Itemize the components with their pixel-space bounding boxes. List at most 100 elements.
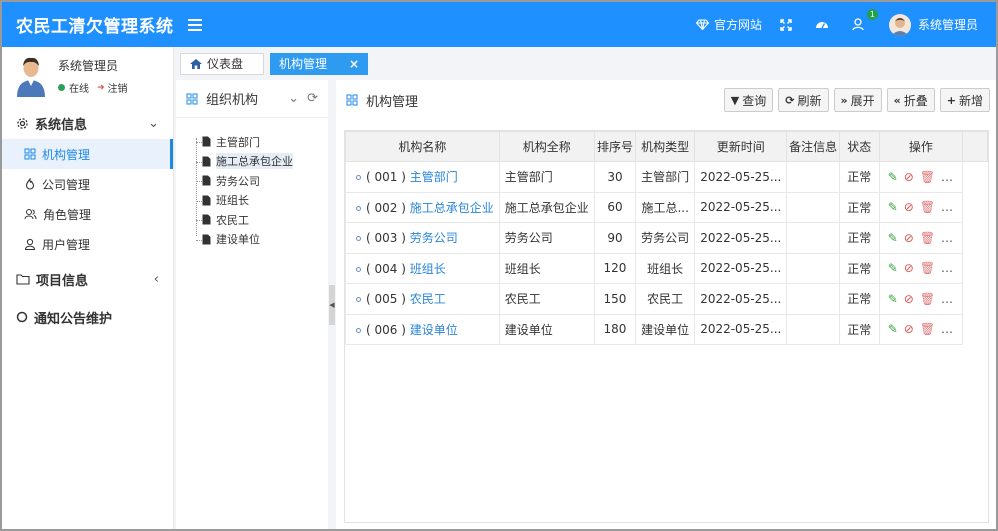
column-header[interactable]: 排序号 [593, 131, 637, 162]
edit-pencil-icon[interactable]: ✎ [888, 322, 898, 336]
tree-node[interactable]: 施工总承包企业 [194, 152, 328, 172]
trash-icon[interactable]: 🗑 [920, 200, 935, 214]
notifications-button[interactable]: 1 [852, 9, 878, 31]
disable-icon[interactable]: ⊘ [904, 261, 914, 275]
tab-dashboard[interactable]: 仪表盘 [180, 52, 264, 75]
sidebar-item-user[interactable]: 用户管理 [2, 229, 173, 259]
app-frame: 农民工清欠管理系统 官方网站 1 系统管理员 系统管理员 在线 ➜ 注销 系统信… [0, 0, 998, 531]
nav-group-project[interactable]: 项目信息 ‹ [2, 263, 173, 295]
edit-pencil-icon[interactable]: ✎ [888, 231, 898, 245]
column-header[interactable]: 机构全称 [498, 131, 595, 162]
close-icon[interactable]: × [349, 57, 359, 71]
table-row[interactable]: ( 001 ) 主管部门 主管部门 30 主管部门 2022-05-25... 正常 ✎ ⊘ 🗑… [345, 161, 988, 193]
edit-pencil-icon[interactable]: ✎ [888, 292, 898, 306]
tree-node[interactable]: 劳务公司 [194, 171, 328, 191]
grid-icon [346, 94, 358, 106]
disable-icon[interactable]: ⊘ [904, 170, 914, 184]
nav-group-system[interactable]: 系统信息 ⌄ [2, 107, 173, 139]
more-icon[interactable]: … [941, 261, 954, 275]
edit-pencil-icon[interactable]: ✎ [888, 261, 898, 275]
table-row[interactable]: ( 006 ) 建设单位 建设单位 180 建设单位 2022-05-25... 正常 ✎ ⊘… [345, 313, 988, 345]
nav-group-system-label: 系统信息 [35, 117, 88, 133]
more-icon[interactable]: … [941, 292, 954, 306]
sidebar-item-label: 公司管理 [42, 177, 91, 192]
disable-icon[interactable]: ⊘ [904, 200, 914, 214]
fullscreen-button[interactable] [780, 18, 797, 31]
disable-icon[interactable]: ⊘ [904, 322, 914, 336]
trash-icon[interactable]: 🗑 [920, 261, 935, 275]
filter-icon: ▼ [730, 93, 740, 107]
refresh-button[interactable]: ⟳ 刷新 [778, 88, 829, 112]
disable-icon[interactable]: ⊘ [904, 292, 914, 306]
org-name-link[interactable]: 施工总承包企业 [410, 201, 494, 215]
tree-node[interactable]: 主管部门 [194, 132, 328, 152]
org-name-link[interactable]: 建设单位 [410, 323, 458, 337]
org-name-link[interactable]: 劳务公司 [410, 231, 458, 245]
cell-name: ( 001 ) 主管部门 [345, 161, 500, 193]
tree-node[interactable]: 建设单位 [194, 230, 328, 250]
more-icon[interactable]: … [941, 170, 954, 184]
org-name-link[interactable]: 农民工 [410, 292, 446, 306]
expand-button[interactable]: » 展开 [833, 88, 882, 112]
sidebar-item-label: 机构管理 [42, 147, 91, 162]
cell-type: 劳务公司 [635, 222, 696, 254]
file-icon [202, 214, 211, 225]
column-header[interactable]: 机构名称 [345, 131, 500, 162]
panel-splitter: ◀ [328, 80, 336, 529]
chevron-down-icon[interactable]: ⌄ [288, 91, 299, 106]
online-dot-icon [58, 84, 65, 91]
tab-bar: 仪表盘 机构管理 × [174, 47, 996, 80]
logout-link[interactable]: ➜ 注销 [97, 80, 128, 96]
refresh-icon[interactable]: ⟳ [307, 91, 318, 106]
trash-icon[interactable]: 🗑 [920, 231, 935, 245]
table-header-row: 机构名称 机构全称 排序号 机构类型 更新时间 备注信息 状态 操作 [345, 131, 988, 162]
user-icon [24, 238, 36, 250]
menu-toggle-icon[interactable] [187, 18, 202, 31]
trash-icon[interactable]: 🗑 [920, 170, 935, 184]
cell-status: 正常 [838, 222, 880, 254]
sidebar-item-label: 角色管理 [43, 207, 92, 222]
trash-icon[interactable]: 🗑 [920, 322, 935, 336]
edit-pencil-icon[interactable]: ✎ [888, 200, 898, 214]
flame-icon [25, 178, 35, 190]
column-header[interactable]: 更新时间 [694, 131, 788, 162]
nav-group-notice[interactable]: 通知公告维护 [2, 301, 173, 333]
collapse-handle[interactable]: ◀ [329, 285, 335, 325]
edit-pencil-icon[interactable]: ✎ [888, 170, 898, 184]
add-button[interactable]: + 新增 [939, 88, 990, 112]
toolbar: ▼ 查询 ⟳ 刷新 » 展开 «折叠 + 新增 [719, 88, 990, 112]
more-icon[interactable]: … [941, 231, 954, 245]
table-row[interactable]: ( 003 ) 劳务公司 劳务公司 90 劳务公司 2022-05-25... 正常 ✎ ⊘ 🗑… [345, 222, 988, 254]
file-icon [202, 136, 211, 147]
plus-icon: + [946, 93, 956, 107]
table-row[interactable]: ( 005 ) 农民工 农民工 150 农民工 2022-05-25... 正常 ✎ ⊘ 🗑… [345, 283, 988, 315]
column-header[interactable]: 状态 [838, 131, 880, 162]
dashboard-button[interactable] [815, 19, 834, 30]
tab-org[interactable]: 机构管理 × [270, 52, 369, 75]
collapse-button[interactable]: «折叠 [886, 88, 935, 112]
query-button[interactable]: ▼ 查询 [723, 88, 774, 112]
table-row[interactable]: ( 004 ) 班组长 班组长 120 班组长 2022-05-25... 正常 ✎ ⊘ 🗑… [345, 252, 988, 284]
sidebar-item-company[interactable]: 公司管理 [2, 169, 173, 199]
more-icon[interactable]: … [941, 322, 954, 336]
logout-label: 注销 [107, 84, 128, 95]
column-header[interactable]: 机构类型 [635, 131, 696, 162]
official-site-link[interactable]: 官方网站 [695, 16, 762, 33]
org-name-link[interactable]: 班组长 [410, 262, 446, 276]
cell-note [786, 191, 840, 223]
cell-actions: ✎ ⊘ 🗑 … [878, 161, 964, 193]
table-row[interactable]: ( 002 ) 施工总承包企业 施工总承包企业 60 施工总... 2022-05-25… [345, 191, 988, 223]
tree-node[interactable]: 农民工 [194, 210, 328, 230]
sidebar-item-org[interactable]: 机构管理 [2, 139, 173, 169]
cell-status: 正常 [838, 313, 880, 345]
user-menu[interactable]: 系统管理员 [888, 13, 978, 36]
tree-node[interactable]: 班组长 [194, 191, 328, 211]
tab-dashboard-label: 仪表盘 [207, 57, 244, 71]
sidebar-item-role[interactable]: 角色管理 [2, 199, 173, 229]
org-name-link[interactable]: 主管部门 [410, 170, 458, 184]
trash-icon[interactable]: 🗑 [920, 292, 935, 306]
column-header[interactable]: 备注信息 [786, 131, 840, 162]
cell-update-time: 2022-05-25... [694, 161, 788, 193]
more-icon[interactable]: … [941, 200, 954, 214]
disable-icon[interactable]: ⊘ [904, 231, 914, 245]
